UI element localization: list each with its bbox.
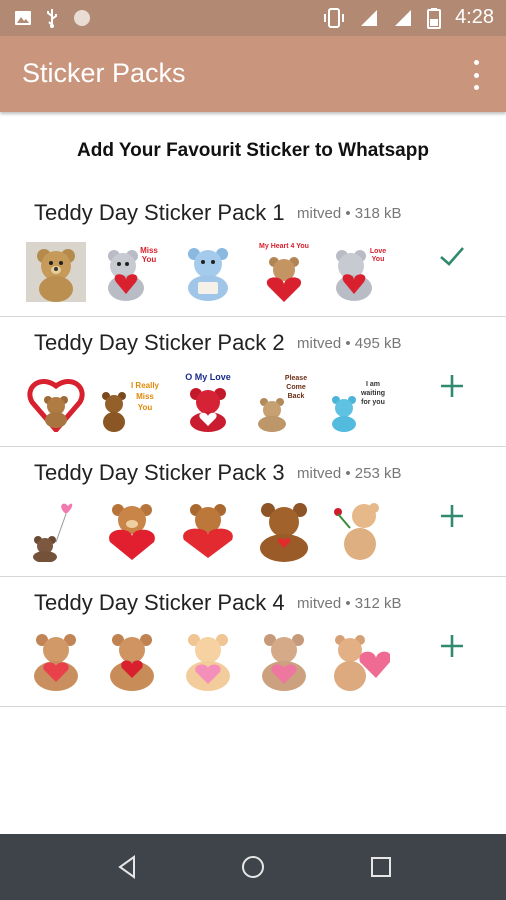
sticker-preview (26, 242, 86, 302)
page-subtitle: Add Your Favourit Sticker to Whatsapp (77, 140, 429, 161)
pack-meta: mitved • 495 kB (297, 335, 402, 352)
teddy-heart-icon (34, 634, 78, 691)
pack-publisher: mitved (297, 205, 342, 222)
sticker-preview (330, 502, 390, 562)
sticker-caption: Love You (369, 248, 387, 263)
pack-publisher: mitved (297, 595, 342, 612)
navigation-bar (0, 834, 506, 900)
sticker-preview-list (26, 632, 390, 692)
sticker-preview: Love You (330, 242, 390, 302)
sticker-preview (102, 502, 162, 562)
app-bar: Sticker Packs (0, 36, 506, 112)
sticker-preview: Please Come Back (254, 372, 314, 432)
sticker-caption: O My Love (185, 372, 231, 382)
add-icon[interactable] (438, 502, 466, 530)
app-title: Sticker Packs (22, 58, 186, 88)
sticker-preview (178, 242, 238, 302)
pack-size: 253 kB (354, 465, 402, 482)
pack-meta: mitved • 253 kB (297, 465, 402, 482)
pack-separator: • (345, 335, 351, 352)
status-bar-right: 4:28 (323, 6, 494, 29)
sticker-preview: I am waiting for you (330, 372, 390, 432)
signal-icon (395, 9, 412, 26)
sticker-preview (178, 632, 238, 692)
heart-frame-teddy-icon (27, 378, 85, 432)
pack-size: 312 kB (354, 595, 402, 612)
teddy-heart-icon (109, 504, 155, 560)
pack-separator: • (345, 205, 351, 222)
teddy-heart-icon (334, 635, 390, 691)
signal-icon (361, 9, 378, 26)
sticker-caption: I am waiting for you (360, 381, 386, 406)
circle-icon (74, 10, 90, 26)
teddy-balloon-icon (33, 503, 73, 562)
image-icon (15, 11, 31, 25)
sticker-pack-row[interactable]: Teddy Day Sticker Pack 4 mitved • 312 kB (0, 576, 506, 707)
sticker-preview (330, 632, 390, 692)
pack-name: Teddy Day Sticker Pack 2 (34, 330, 285, 355)
sticker-preview (254, 632, 314, 692)
more-vert-icon[interactable] (464, 60, 488, 90)
blue-teddy-icon (188, 248, 228, 301)
status-bar: 4:28 (0, 0, 506, 36)
back-icon[interactable] (114, 854, 140, 880)
pack-separator: • (345, 595, 351, 612)
sticker-preview-list (26, 502, 390, 562)
sticker-caption: I Really Miss You (130, 381, 159, 412)
sticker-preview: Miss You (102, 242, 162, 302)
sticker-caption: Please Come Back (284, 375, 308, 400)
sticker-preview (26, 502, 86, 562)
sticker-caption: My Heart 4 You (259, 243, 309, 250)
teddy-rose-icon (334, 503, 379, 560)
teddy-heart-icon (186, 634, 230, 691)
teddy-icon (260, 503, 308, 562)
add-icon[interactable] (438, 632, 466, 660)
sticker-preview (178, 502, 238, 562)
recents-icon[interactable] (368, 854, 394, 880)
pack-name: Teddy Day Sticker Pack 1 (34, 200, 285, 225)
pack-size: 318 kB (354, 205, 402, 222)
sticker-preview: I Really Miss You (102, 372, 162, 432)
teddy-photo-icon (26, 242, 86, 302)
pack-name: Teddy Day Sticker Pack 3 (34, 460, 285, 485)
teddy-heart-icon (183, 504, 233, 558)
pack-name: Teddy Day Sticker Pack 4 (34, 590, 285, 615)
sticker-preview: My Heart 4 You (254, 242, 314, 302)
vibrate-icon (324, 7, 345, 28)
teddy-heart-icon (110, 634, 154, 691)
sticker-pack-row[interactable]: Teddy Day Sticker Pack 2 mitved • 495 kB… (0, 316, 506, 447)
pack-meta: mitved • 312 kB (297, 595, 402, 612)
pack-size: 495 kB (354, 335, 402, 352)
teddy-heart-icon (262, 634, 306, 691)
home-icon[interactable] (240, 854, 266, 880)
sticker-preview-list: I Really Miss You O My Love Please Come … (26, 372, 390, 432)
sticker-pack-row[interactable]: Teddy Day Sticker Pack 1 mitved • 318 kB (0, 186, 506, 317)
sticker-preview-list: Miss You My Heart 4 You Love You (26, 242, 390, 302)
pack-separator: • (345, 465, 351, 482)
pack-publisher: mitved (297, 465, 342, 482)
sticker-preview (254, 502, 314, 562)
battery-icon (427, 7, 442, 29)
sticker-preview (26, 632, 86, 692)
pack-meta: mitved • 318 kB (297, 205, 402, 222)
sticker-caption: Miss You (140, 246, 158, 264)
check-icon[interactable] (438, 242, 466, 270)
status-bar-left (14, 8, 92, 28)
usb-icon (47, 9, 57, 28)
sticker-pack-row[interactable]: Teddy Day Sticker Pack 3 mitved • 253 kB (0, 446, 506, 577)
add-icon[interactable] (438, 372, 466, 400)
sticker-preview (26, 372, 86, 432)
status-time: 4:28 (455, 6, 494, 28)
sticker-preview (102, 632, 162, 692)
sticker-preview: O My Love (178, 372, 238, 432)
pack-publisher: mitved (297, 335, 342, 352)
teddy-heart-icon (266, 257, 302, 302)
